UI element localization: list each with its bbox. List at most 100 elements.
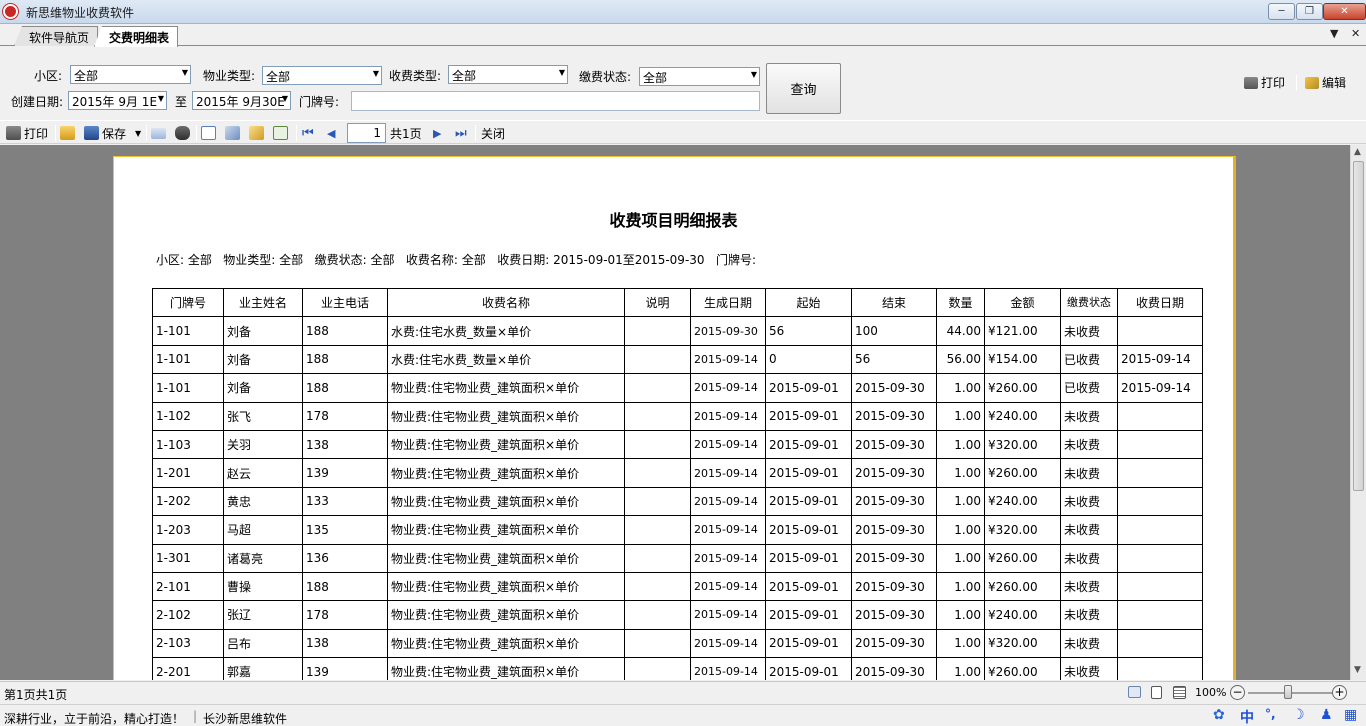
table-cell: 刘备 [223,373,303,403]
col-header: 业主姓名 [223,287,303,318]
date-to-picker[interactable]: 2015年 9月30E ▼ [192,91,291,110]
report-table: 门牌号 业主姓名 业主电话 收费名称 说明 生成日期 起始 结束 数量 金额 缴… [152,287,1203,680]
pencil-icon [249,126,264,140]
table-cell: 水费:住宅水费_数量×单价 [387,316,625,346]
top-edit-button[interactable]: 编辑 [1305,74,1346,91]
col-header: 说明 [624,287,691,318]
col-header: 业主电话 [302,287,388,318]
table-cell [1117,486,1203,517]
first-page-button[interactable]: ⏮ [302,124,314,142]
email-button[interactable] [151,124,166,142]
open-button[interactable] [60,124,75,142]
table-cell: 未收费 [1060,401,1118,431]
design-button[interactable] [225,124,240,142]
table-cell: 188 [302,571,388,602]
zoom-out-icon[interactable]: − [1230,685,1245,700]
zoom-in-icon[interactable]: + [1332,685,1347,700]
table-cell: 黄忠 [223,486,303,517]
edit-page-button[interactable] [249,124,264,142]
table-cell: 吕布 [223,628,303,659]
ime-paw-icon[interactable]: ✿ [1213,707,1225,723]
col-header: 收费日期 [1117,287,1203,318]
chevron-down-icon: ▼ [372,69,379,78]
multi-page-icon[interactable] [1173,686,1186,699]
table-cell: 1.00 [936,458,985,488]
col-header: 结束 [851,287,937,318]
table-cell [624,628,691,659]
report-title: 收费项目明细报表 [609,211,738,230]
table-cell [1117,571,1203,602]
col-header: 数量 [936,287,985,318]
find-button[interactable] [175,124,190,142]
date-from-picker[interactable]: 2015年 9月 1E ▼ [68,91,167,110]
minimize-button[interactable]: ─ [1268,3,1295,20]
divider: | [193,709,198,723]
table-cell: 2015-09-30 [851,543,937,573]
printer-icon [6,126,21,140]
chevron-down-icon: ▼ [281,94,288,103]
fit-width-icon[interactable] [1128,686,1141,698]
table-cell: 1.00 [936,401,985,431]
zoom-slider-thumb[interactable] [1284,685,1292,699]
table-row: 1-301 诸葛亮 136 物业费:住宅物业费_建筑面积×单价 2015-09-14 20… [152,543,1203,573]
tab-navigation[interactable]: 软件导航页 [14,26,99,46]
tab-dropdown-icon[interactable]: ▼ [1330,27,1338,40]
community-select[interactable]: 全部 ▼ [70,65,191,84]
ime-user-icon[interactable]: ♟ [1320,707,1333,723]
table-cell: 2015-09-14 [690,486,766,517]
chevron-down-icon: ▼ [157,94,164,103]
query-button[interactable]: 查询 [766,63,841,114]
watermark-button[interactable] [273,124,288,142]
zoom-slider[interactable] [1248,692,1336,694]
combo-value: 全部 [74,69,99,83]
tab-payment-detail[interactable]: 交费明细表 [94,26,179,47]
table-cell: 2015-09-30 [851,657,937,680]
next-page-button[interactable]: ▶ [433,124,441,142]
table-cell [1117,543,1203,573]
door-no-input[interactable] [351,91,760,111]
scroll-up-icon[interactable]: ▲ [1354,147,1361,157]
table-row: 1-103 关羽 138 物业费:住宅物业费_建筑面积×单价 2015-09-14 201… [152,429,1203,460]
printer-icon [1244,76,1258,89]
scroll-thumb[interactable] [1353,161,1364,491]
fee-type-select[interactable]: 全部 ▼ [448,65,568,84]
ime-punctuation-icon[interactable]: °, [1265,707,1276,721]
table-cell: 已收费 [1060,373,1118,403]
table-cell: 物业费:住宅物业费_建筑面积×单价 [387,458,625,488]
table-cell: 2015-09-30 [851,628,937,659]
save-button[interactable]: 保存 ▼ [84,124,141,142]
page-info: 第1页共1页 [4,688,68,702]
print-button[interactable]: 打印 [6,124,48,142]
scroll-down-icon[interactable]: ▼ [1354,665,1361,675]
close-button[interactable]: ✕ [1323,3,1366,20]
single-page-icon[interactable] [1151,686,1162,699]
page-number-input[interactable]: 1 [347,123,386,143]
tab-close-icon[interactable]: ✕ [1351,27,1360,40]
preview-scrollbar[interactable]: ▲ ▼ [1350,145,1366,680]
wrench-icon [225,126,240,140]
pay-status-select[interactable]: 全部 ▼ [639,67,760,86]
col-header: 金额 [984,287,1061,318]
ime-menu-icon[interactable]: ▦ [1344,707,1357,723]
close-preview-button[interactable]: 关闭 [481,124,505,142]
table-cell: 郭嘉 [223,657,303,680]
ime-language[interactable]: 中 [1240,707,1254,726]
table-cell: 未收费 [1060,515,1118,545]
last-page-button[interactable]: ⏭ [455,124,467,142]
ime-moon-icon[interactable]: ☽ [1292,707,1305,723]
table-cell [1117,628,1203,659]
restore-button[interactable]: ❐ [1296,3,1323,20]
top-print-button[interactable]: 打印 [1244,74,1285,91]
table-cell: ¥320.00 [984,628,1061,659]
table-cell: ¥260.00 [984,543,1061,573]
page-setup-button[interactable] [201,124,216,142]
prev-page-button[interactable]: ◀ [327,124,335,142]
property-type-select[interactable]: 全部 ▼ [262,66,382,85]
print-label: 打印 [24,126,49,141]
table-cell: 2015-09-14 [690,429,766,460]
page-setup-icon [201,126,216,140]
table-cell: 1-203 [152,515,224,545]
table-cell: 物业费:住宅物业费_建筑面积×单价 [387,657,625,680]
table-cell: 未收费 [1060,571,1118,602]
company-name: 长沙新思维软件 [203,712,288,726]
